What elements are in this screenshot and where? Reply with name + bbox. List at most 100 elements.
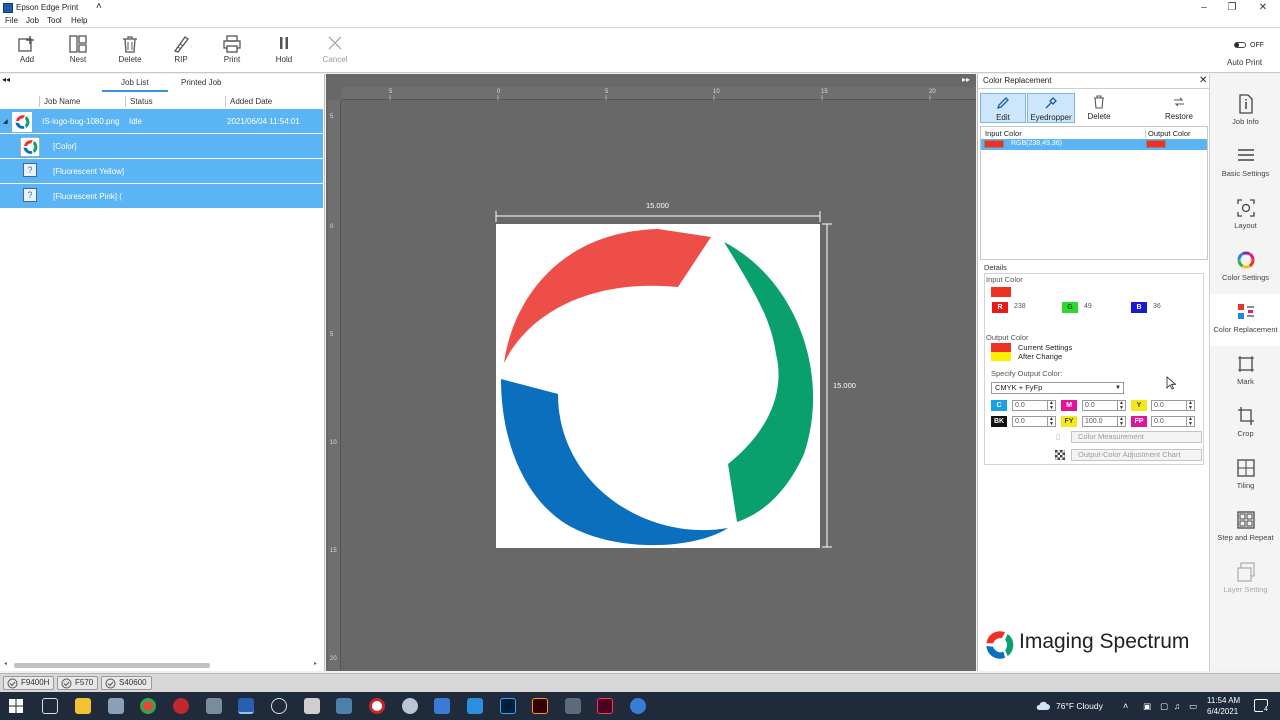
delete-button[interactable]: Delete [105, 35, 155, 71]
auto-print-toggle[interactable] [1234, 42, 1246, 48]
close-button[interactable]: ✕ [1246, 0, 1280, 16]
sidebar-item-layout[interactable]: Layout [1210, 190, 1280, 242]
menu-file[interactable]: File [5, 16, 18, 25]
volume-icon[interactable]: ♫ [1174, 701, 1180, 711]
scroll-left-icon[interactable]: ◂ [4, 660, 7, 667]
app-icon-arrow[interactable] [434, 698, 450, 714]
job-row[interactable]: ◢ IS-logo-bug-1080.png Idle 2021/06/04 1… [0, 109, 323, 134]
indesign-icon[interactable] [597, 698, 613, 714]
expand-toggle-icon[interactable]: ◢ [3, 118, 8, 125]
nest-button[interactable]: Nest [53, 35, 103, 71]
add-button[interactable]: Add [2, 35, 52, 71]
calculator-icon[interactable] [108, 698, 124, 714]
app-icon-red[interactable] [173, 698, 189, 714]
printer-chip[interactable]: F9400H [3, 676, 55, 690]
edit-button[interactable]: Edit [980, 93, 1026, 123]
file-explorer-icon[interactable] [75, 698, 91, 714]
y-stepper[interactable]: ▲ ▼ [1187, 400, 1195, 411]
delete-color-button[interactable]: Delete [1078, 93, 1120, 123]
list-icon [1237, 149, 1254, 161]
m-stepper[interactable]: ▲ ▼ [1118, 400, 1126, 411]
bk-input[interactable]: 0.0 [1012, 416, 1048, 427]
clock-app-icon[interactable] [271, 698, 287, 714]
weather-text[interactable]: 76°F Cloudy [1056, 701, 1103, 711]
sidebar-item-basic-settings[interactable]: Basic Settings [1210, 138, 1280, 190]
sidebar-item-layer-setting[interactable]: Layer Setting [1210, 554, 1280, 606]
cancel-button[interactable]: Cancel [310, 35, 360, 71]
tab-printed-job[interactable]: Printed Job [181, 78, 221, 87]
fy-stepper[interactable]: ▲ ▼ [1118, 416, 1126, 427]
job-child-row[interactable]: ? [Fluorescent Yellow] [0, 159, 323, 184]
clock-date[interactable]: 6/4/2021 [1207, 707, 1238, 716]
replacement-row[interactable]: RGB(238,49,36) [981, 139, 1207, 150]
tray-icon[interactable]: ▣ [1143, 701, 1151, 712]
print-button[interactable]: Print [207, 35, 257, 71]
menu-help[interactable]: Help [71, 16, 87, 25]
app-icon-cloud[interactable] [402, 698, 418, 714]
sidebar-item-tiling[interactable]: Tiling [1210, 450, 1280, 502]
column-header-status[interactable]: Status [125, 96, 225, 107]
sidebar-item-step-and-repeat[interactable]: Step and Repeat [1210, 502, 1280, 554]
app-icon-light[interactable] [304, 698, 320, 714]
windows-start-icon[interactable] [9, 699, 23, 713]
collapse-right-icon[interactable]: ▸▸ [962, 75, 970, 84]
bk-stepper[interactable]: ▲ ▼ [1048, 416, 1056, 427]
app-icon-gray[interactable] [206, 698, 222, 714]
job-child-row[interactable]: ? [Fluorescent Pink] ( [0, 184, 323, 209]
output-color-adjustment-chart-button[interactable]: Output-Color Adjustment Chart [1071, 449, 1202, 461]
menu-tool[interactable]: Tool [47, 16, 62, 25]
restore-button[interactable]: Restore [1156, 93, 1202, 123]
r-value: 238 [1014, 303, 1026, 310]
app-icon-r[interactable] [630, 698, 646, 714]
active-tab-indicator [102, 90, 168, 92]
illustrator-icon[interactable] [532, 698, 548, 714]
sidebar-item-color-settings[interactable]: Color Settings [1210, 242, 1280, 294]
fy-input[interactable]: 100.0 [1082, 416, 1118, 427]
clock-time[interactable]: 11:54 AM [1207, 696, 1240, 705]
horizontal-scrollbar[interactable]: ◂ ▸ [4, 660, 320, 668]
printer-chip[interactable]: F570 [57, 676, 99, 690]
app-icon-window[interactable] [565, 698, 581, 714]
network-icon[interactable]: ▭ [1189, 701, 1197, 712]
chevron-up-icon[interactable]: ˄ [96, 1, 102, 12]
printer-chip[interactable]: S40600 [101, 676, 152, 690]
rip-button[interactable]: RIP [156, 35, 206, 71]
app-icon-diamond[interactable] [467, 698, 483, 714]
task-view-icon[interactable] [42, 698, 58, 714]
fp-stepper[interactable]: ▲ ▼ [1187, 416, 1195, 427]
sidebar-item-crop[interactable]: Crop [1210, 398, 1280, 450]
epson-edge-print-taskbar-icon[interactable] [238, 698, 254, 714]
scrollbar-thumb[interactable] [14, 663, 210, 668]
app-icon-w[interactable] [369, 698, 385, 714]
m-input[interactable]: 0.0 [1082, 400, 1118, 411]
chrome-icon[interactable] [140, 698, 156, 714]
photoshop-icon[interactable] [500, 698, 516, 714]
eyedropper-button[interactable]: Eyedropper [1027, 93, 1075, 123]
scroll-right-icon[interactable]: ▸ [314, 660, 317, 667]
output-mode-select[interactable]: CMYK + FyFp ▼ [991, 382, 1124, 394]
sidebar-item-job-info[interactable]: Job Info [1210, 86, 1280, 138]
fp-input[interactable]: 0.0 [1151, 416, 1187, 427]
app-icon-blue[interactable] [336, 698, 352, 714]
tab-job-list[interactable]: Job List [121, 78, 149, 87]
sidebar-item-color-replacement[interactable]: Color Replacement [1210, 294, 1280, 346]
job-name: IS-logo-bug-1080.png [42, 117, 120, 126]
auto-print-label: Auto Print [1227, 58, 1263, 67]
color-measurement-button[interactable]: Color Measurement [1071, 431, 1202, 443]
column-header-added-date[interactable]: Added Date [225, 96, 323, 107]
restore-button[interactable]: ❐ [1215, 0, 1249, 16]
checker-chart-icon [1055, 450, 1065, 460]
panel-close-icon[interactable]: ✕ [1199, 75, 1207, 86]
y-input[interactable]: 0.0 [1151, 400, 1187, 411]
tray-chevron-icon[interactable]: ˄ [1123, 701, 1128, 711]
collapse-left-icon[interactable]: ◂◂ [2, 75, 10, 84]
tray-icon[interactable]: ▢ [1160, 701, 1168, 712]
sidebar-item-mark[interactable]: Mark [1210, 346, 1280, 398]
menu-job[interactable]: Job [26, 16, 39, 25]
column-header-job-name[interactable]: Job Name [39, 96, 125, 107]
hold-button[interactable]: Hold [259, 35, 309, 71]
artwork-preview[interactable] [496, 224, 820, 548]
job-child-row[interactable]: [Color] [0, 134, 323, 159]
c-input[interactable]: 0.0 [1012, 400, 1048, 411]
c-stepper[interactable]: ▲ ▼ [1048, 400, 1056, 411]
